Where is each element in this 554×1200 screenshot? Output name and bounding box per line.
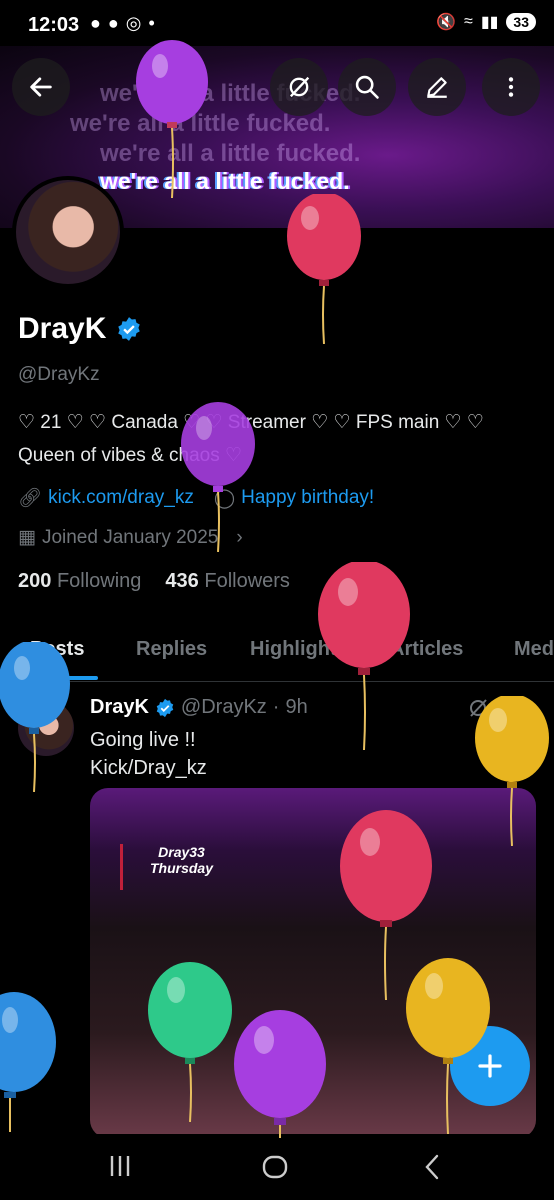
post-dot: ·	[272, 696, 280, 718]
following-link[interactable]: 200 Following	[18, 570, 141, 593]
media-note-line: Thursday	[149, 860, 213, 876]
tab-replies[interactable]: Replies	[136, 638, 207, 661]
verified-badge-icon	[156, 698, 174, 717]
post-text: Going live !! Kick/Dray_kz	[90, 726, 207, 782]
followers-count: 436	[165, 570, 199, 592]
status-bar: 12:03 ● ● ◎ • 🔇 ≈ ▮▮ 33	[0, 0, 554, 46]
edit-button[interactable]	[408, 58, 466, 116]
status-time: 12:03	[28, 14, 80, 36]
balloon-icon	[318, 562, 410, 750]
post-author-handle: @DrayKz	[180, 696, 267, 718]
balloon-icon	[475, 696, 549, 846]
balloon-icon	[0, 992, 56, 1132]
profile-name: DrayK	[18, 312, 107, 345]
battery-icon: 33	[506, 13, 536, 31]
profile-tabs: Posts Replies Highlights Articles Media	[0, 630, 554, 682]
post-author-name[interactable]: DrayK	[90, 696, 149, 719]
balloon-icon	[287, 194, 361, 344]
balloon-icon	[0, 642, 70, 792]
followers-label: Followers	[204, 570, 290, 592]
grok-button[interactable]	[270, 58, 328, 116]
grok-icon	[289, 76, 310, 98]
mute-icon: 🔇	[436, 14, 457, 31]
home-icon[interactable]	[260, 1152, 290, 1182]
following-label: Following	[56, 570, 142, 592]
balloon-icon	[136, 40, 208, 199]
back-arrow-icon	[30, 77, 52, 97]
back-nav-icon[interactable]	[420, 1152, 444, 1182]
post-header: DrayK @DrayKz · 9h	[90, 696, 308, 719]
android-navigation-bar	[0, 1134, 554, 1200]
media-note-line: Dray33	[158, 844, 205, 860]
notification-icons: ● ● ◎ •	[90, 13, 156, 33]
profile-bio: ♡ 21 ♡ ♡ Canada ♡ ♡ Streamer ♡ ♡ FPS mai…	[18, 406, 538, 472]
more-button[interactable]	[482, 58, 540, 116]
edit-icon	[427, 77, 447, 98]
search-icon	[355, 75, 379, 99]
wifi-icon: ≈	[464, 13, 473, 30]
signal-icon: ▮▮	[480, 14, 499, 31]
profile-avatar[interactable]	[12, 176, 124, 288]
profile-website-link[interactable]: kick.com/dray_kz	[48, 487, 194, 509]
calendar-icon: ▦	[18, 527, 36, 548]
post-line: Kick/Dray_kz	[90, 757, 207, 779]
media-note: Dray33 Thursday	[120, 844, 240, 890]
search-button[interactable]	[338, 58, 396, 116]
status-right: 🔇 ≈ ▮▮ 33	[436, 12, 536, 32]
profile-name-row: DrayK	[18, 312, 142, 346]
followers-link[interactable]: 436 Followers	[165, 570, 290, 593]
recent-apps-icon[interactable]	[106, 1152, 134, 1180]
back-button[interactable]	[12, 58, 70, 116]
follow-stats: 200 Following 436 Followers	[18, 570, 290, 593]
following-count: 200	[18, 570, 52, 592]
link-icon: 🔗︎	[18, 488, 43, 509]
balloon-icon	[234, 1010, 326, 1138]
balloon-icon	[406, 958, 490, 1134]
post-line: Going live !!	[90, 729, 196, 751]
balloon-icon	[148, 962, 232, 1122]
profile-handle: @DrayKz	[18, 364, 100, 385]
birthday-link[interactable]: Happy birthday!	[241, 487, 374, 509]
bio-line: ♡ 21 ♡ ♡ Canada ♡ ♡ Streamer ♡ ♡ FPS mai…	[18, 412, 484, 433]
bio-line: Queen of vibes & chaos ♡	[18, 445, 243, 466]
tab-media[interactable]: Media	[514, 638, 554, 661]
balloon-icon	[181, 402, 255, 552]
more-icon	[508, 77, 514, 97]
post-time: 9h	[285, 696, 308, 718]
verified-badge-icon[interactable]	[116, 316, 142, 342]
